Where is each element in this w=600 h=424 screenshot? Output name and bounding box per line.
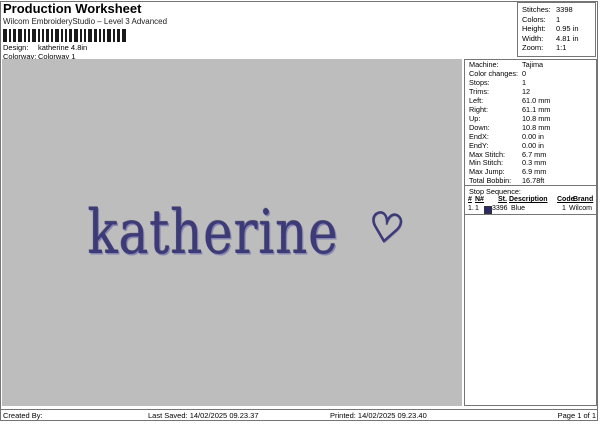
summary-row-height: Height: 0.95 in — [522, 24, 579, 34]
summary-row-zoom: Zoom: 1:1 — [522, 43, 567, 53]
thread-color-swatch — [484, 206, 492, 214]
footer-page-number: Page 1 of 1 — [557, 411, 596, 420]
summary-row-width: Width: 4.81 in — [522, 33, 579, 43]
stop-sequence-row: 1. 1 3396 Blue 1 Wilcom — [468, 205, 592, 214]
footer-divider — [0, 409, 598, 410]
summary-stats-box: Stitches: 3398 Colors: 1 Height: 0.95 in Wi… — [517, 2, 596, 57]
summary-row-stitches: Stitches: 3398 — [522, 5, 573, 14]
machine-stats: Machine: Tajima Color changes: 0 Stops: 1 T… — [465, 60, 596, 186]
machine-info-panel: Machine: Tajima Color changes: 0 Stops: 1 T… — [464, 59, 597, 406]
summary-row-colors: Colors: 1 — [522, 14, 561, 24]
design-value: katherine 4.8in — [38, 43, 88, 52]
stop-sequence-header: # N# St. Description Code Brand — [468, 196, 594, 203]
design-preview-canvas: katherine ♡ — [2, 59, 462, 406]
page-title: Production Worksheet — [3, 1, 142, 16]
machine-row: Total Bobbin: 16.78ft — [469, 176, 545, 186]
footer-printed: Printed: 14/02/2025 09.23.40 — [330, 411, 427, 420]
embroidery-text: katherine — [87, 197, 339, 268]
app-subtitle: Wilcom EmbroideryStudio – Level 3 Advanc… — [3, 17, 168, 26]
footer-created-by: Created By: — [3, 411, 43, 420]
stop-sequence-title: Stop Sequence: — [469, 187, 521, 196]
barcode-icon — [3, 29, 126, 42]
stop-sequence-section: Stop Sequence: # N# St. Description Code… — [465, 186, 596, 215]
embroidery-design: katherine ♡ — [60, 197, 408, 268]
heart-icon: ♡ — [364, 202, 408, 255]
design-label: Design: — [3, 43, 29, 52]
footer-last-saved: Last Saved: 14/02/2025 09.23.37 — [148, 411, 259, 420]
design-name-row: Design: katherine 4.8in — [3, 43, 87, 52]
